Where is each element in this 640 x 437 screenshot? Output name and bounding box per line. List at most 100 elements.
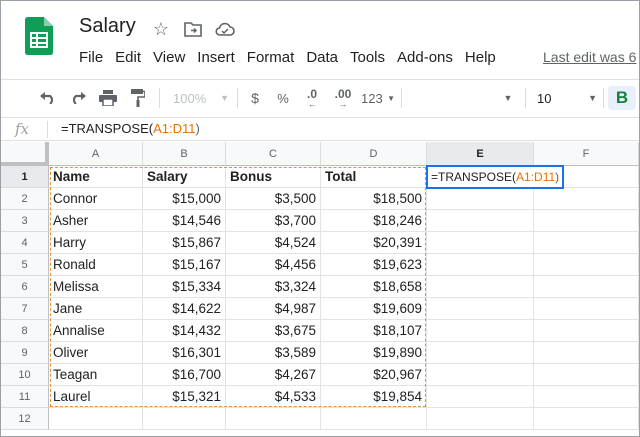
cell-b12[interactable] (143, 408, 226, 430)
cell-f7[interactable] (534, 298, 639, 320)
cell-a10[interactable]: Teagan (49, 364, 143, 386)
cell-c4[interactable]: $4,524 (226, 232, 321, 254)
cell-f8[interactable] (534, 320, 639, 342)
cell-d2[interactable]: $18,500 (321, 188, 427, 210)
cell-b2[interactable]: $15,000 (143, 188, 226, 210)
cell-e2[interactable] (427, 188, 534, 210)
column-header-f[interactable]: F (534, 142, 639, 166)
row-header-3[interactable]: 3 (1, 210, 49, 232)
cell-c8[interactable]: $3,675 (226, 320, 321, 342)
cell-a3[interactable]: Asher (49, 210, 143, 232)
column-header-a[interactable]: A (49, 142, 143, 166)
cell-c3[interactable]: $3,700 (226, 210, 321, 232)
row-header-8[interactable]: 8 (1, 320, 49, 342)
cell-c9[interactable]: $3,589 (226, 342, 321, 364)
cell-a9[interactable]: Oliver (49, 342, 143, 364)
cell-f9[interactable] (534, 342, 639, 364)
cell-e3[interactable] (427, 210, 534, 232)
menu-help[interactable]: Help (459, 47, 502, 68)
move-to-folder-icon[interactable] (183, 19, 203, 39)
cell-f2[interactable] (534, 188, 639, 210)
cell-b5[interactable]: $15,167 (143, 254, 226, 276)
more-formats-button[interactable]: 123 ▼ (361, 86, 395, 110)
menu-insert[interactable]: Insert (191, 47, 241, 68)
cell-a4[interactable]: Harry (49, 232, 143, 254)
cell-b7[interactable]: $14,622 (143, 298, 226, 320)
cell-e5[interactable] (427, 254, 534, 276)
row-header-1[interactable]: 1 (1, 166, 49, 188)
paint-format-icon[interactable] (127, 86, 149, 110)
undo-icon[interactable] (37, 86, 59, 110)
cell-e7[interactable] (427, 298, 534, 320)
cell-c11[interactable]: $4,533 (226, 386, 321, 408)
cell-f4[interactable] (534, 232, 639, 254)
menu-data[interactable]: Data (300, 47, 344, 68)
cloud-saved-icon[interactable] (215, 19, 235, 39)
cell-b9[interactable]: $16,301 (143, 342, 226, 364)
cell-f12[interactable] (534, 408, 639, 430)
cell-d12[interactable] (321, 408, 427, 430)
cell-f6[interactable] (534, 276, 639, 298)
cell-d1[interactable]: Total (321, 166, 427, 188)
cell-f11[interactable] (534, 386, 639, 408)
decrease-decimal-button[interactable]: .0 ← (301, 86, 323, 110)
menu-view[interactable]: View (147, 47, 191, 68)
cell-b11[interactable]: $15,321 (143, 386, 226, 408)
row-header-5[interactable]: 5 (1, 254, 49, 276)
cell-d9[interactable]: $19,890 (321, 342, 427, 364)
increase-decimal-button[interactable]: .00 → (331, 86, 355, 110)
formula-input[interactable]: =TRANSPOSE(A1:D11) (61, 121, 200, 136)
percent-format-button[interactable]: % (275, 86, 291, 110)
row-header-11[interactable]: 11 (1, 386, 49, 408)
bold-button[interactable]: B (608, 86, 636, 110)
cell-e12[interactable] (427, 408, 534, 430)
cell-b3[interactable]: $14,546 (143, 210, 226, 232)
cell-a6[interactable]: Melissa (49, 276, 143, 298)
cell-b4[interactable]: $15,867 (143, 232, 226, 254)
menu-edit[interactable]: Edit (109, 47, 147, 68)
cell-d10[interactable]: $20,967 (321, 364, 427, 386)
cell-a1[interactable]: Name (49, 166, 143, 188)
cell-d4[interactable]: $20,391 (321, 232, 427, 254)
cell-b6[interactable]: $15,334 (143, 276, 226, 298)
cell-a8[interactable]: Annalise (49, 320, 143, 342)
cell-c12[interactable] (226, 408, 321, 430)
menu-file[interactable]: File (73, 47, 109, 68)
cell-e11[interactable] (427, 386, 534, 408)
menu-tools[interactable]: Tools (344, 47, 391, 68)
cell-a5[interactable]: Ronald (49, 254, 143, 276)
cell-e6[interactable] (427, 276, 534, 298)
font-size-select[interactable]: 10 ▼ (537, 86, 597, 110)
cell-e4[interactable] (427, 232, 534, 254)
select-all-corner[interactable] (1, 142, 49, 166)
cell-e8[interactable] (427, 320, 534, 342)
column-header-e[interactable]: E (427, 142, 534, 166)
row-header-4[interactable]: 4 (1, 232, 49, 254)
cell-d7[interactable]: $19,609 (321, 298, 427, 320)
cell-d8[interactable]: $18,107 (321, 320, 427, 342)
cell-d5[interactable]: $19,623 (321, 254, 427, 276)
cell-c1[interactable]: Bonus (226, 166, 321, 188)
column-header-b[interactable]: B (143, 142, 226, 166)
cell-d6[interactable]: $18,658 (321, 276, 427, 298)
cell-c7[interactable]: $4,987 (226, 298, 321, 320)
cell-c2[interactable]: $3,500 (226, 188, 321, 210)
cell-d11[interactable]: $19,854 (321, 386, 427, 408)
row-header-2[interactable]: 2 (1, 188, 49, 210)
row-header-12[interactable]: 12 (1, 408, 49, 430)
cell-a2[interactable]: Connor (49, 188, 143, 210)
currency-format-button[interactable]: $ (247, 86, 263, 110)
cell-a7[interactable]: Jane (49, 298, 143, 320)
cell-b1[interactable]: Salary (143, 166, 226, 188)
row-header-9[interactable]: 9 (1, 342, 49, 364)
redo-icon[interactable] (67, 86, 89, 110)
print-icon[interactable] (97, 86, 119, 110)
row-header-7[interactable]: 7 (1, 298, 49, 320)
last-edit-link[interactable]: Last edit was 6 (543, 49, 636, 65)
cell-b8[interactable]: $14,432 (143, 320, 226, 342)
cell-a11[interactable]: Laurel (49, 386, 143, 408)
column-header-d[interactable]: D (321, 142, 427, 166)
row-header-6[interactable]: 6 (1, 276, 49, 298)
font-family-dropdown-icon[interactable]: ▼ (501, 86, 515, 110)
column-header-c[interactable]: C (226, 142, 321, 166)
